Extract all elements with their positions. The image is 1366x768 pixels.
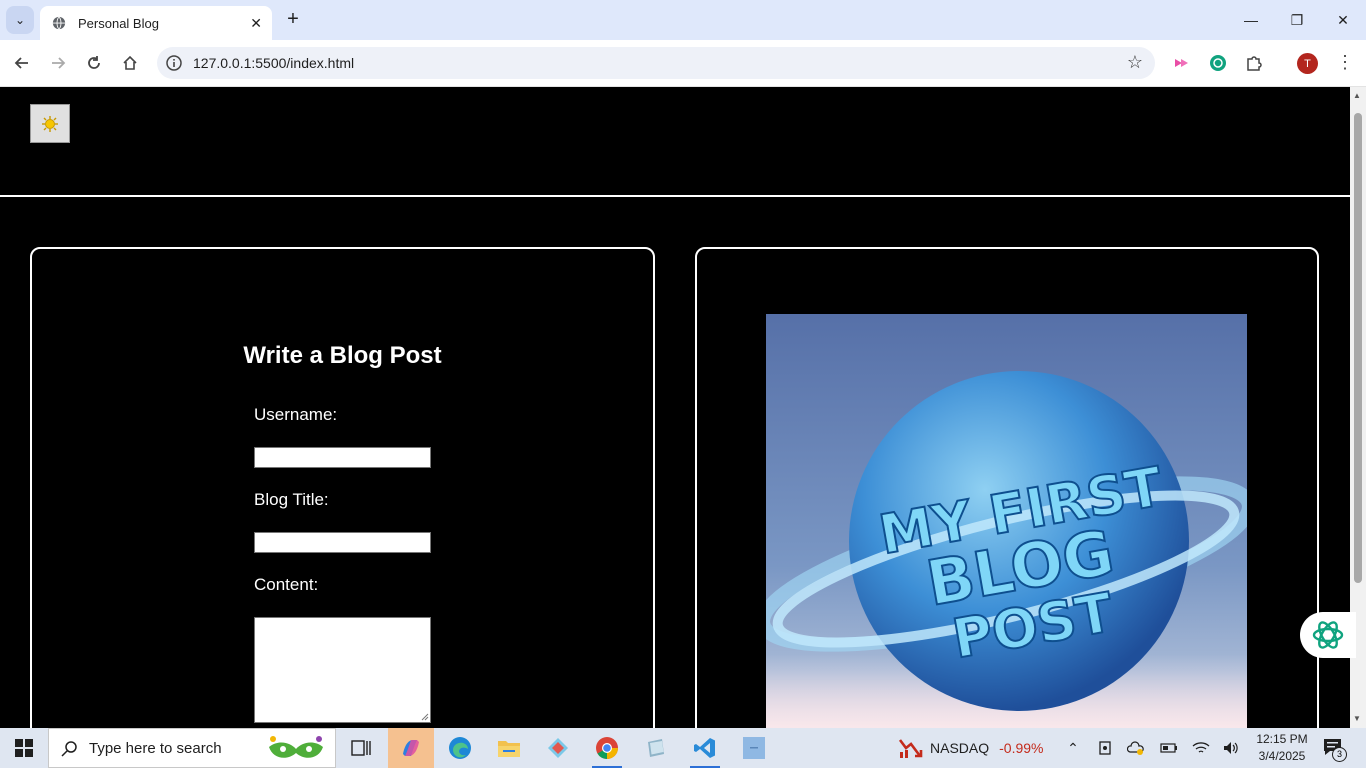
- blog-title-input[interactable]: [254, 532, 431, 553]
- tray-volume[interactable]: [1220, 728, 1242, 768]
- ai-assistant-icon: [1312, 621, 1344, 649]
- page-viewport: Write a Blog Post Username: Blog Title: …: [0, 87, 1350, 728]
- notification-count-badge: 3: [1332, 747, 1347, 762]
- clock-date: 3/4/2025: [1258, 749, 1306, 763]
- battery-icon: [1160, 743, 1177, 753]
- window-taskbar-button[interactable]: [731, 728, 777, 768]
- planet-illustration: MY FIRST BLOG POST: [766, 371, 1247, 728]
- copilot-taskbar-button[interactable]: [388, 728, 434, 768]
- extensions-button[interactable]: [1243, 52, 1265, 74]
- arrow-left-icon: [14, 57, 28, 69]
- show-hidden-icons-button[interactable]: ⌃: [1062, 728, 1084, 768]
- window-close-button[interactable]: ✕: [1320, 0, 1366, 40]
- taskbar-search-placeholder: Type here to search: [89, 740, 222, 757]
- content-textarea[interactable]: [254, 617, 431, 723]
- chrome-icon: [596, 737, 618, 759]
- minimize-button[interactable]: —: [1228, 0, 1274, 40]
- browser-toolbar: 127.0.0.1:5500/index.html ☆ T ⋮: [0, 40, 1366, 87]
- copilot-icon: [403, 740, 419, 756]
- blog-form-card: Write a Blog Post Username: Blog Title: …: [30, 247, 655, 728]
- url-text: 127.0.0.1:5500/index.html: [193, 55, 355, 71]
- stock-change: -0.99%: [999, 740, 1044, 756]
- windows-logo-icon: [15, 739, 33, 757]
- theme-toggle-button[interactable]: [30, 104, 70, 143]
- username-input[interactable]: [254, 447, 431, 468]
- notification-center-button[interactable]: 3: [1322, 736, 1347, 762]
- sun-icon: [42, 115, 58, 132]
- bookmark-star-icon[interactable]: ☆: [1127, 52, 1143, 73]
- username-label: Username:: [254, 405, 338, 424]
- chatgpt-icon: [1210, 55, 1226, 71]
- chevron-up-icon: ⌃: [1067, 739, 1079, 756]
- edge-icon: [449, 737, 471, 759]
- task-view-button[interactable]: [338, 728, 384, 768]
- video-extension-icon: [1175, 59, 1188, 67]
- tray-battery[interactable]: [1158, 728, 1180, 768]
- windows-taskbar: Type here to search NASDAQ -0.99% ⌃ 12:1…: [0, 728, 1366, 768]
- stock-down-icon: [898, 739, 923, 758]
- content-label: Content:: [254, 575, 319, 594]
- tray-meet-now[interactable]: [1094, 728, 1116, 768]
- extension-1[interactable]: [1170, 52, 1192, 74]
- resize-grip-icon[interactable]: [421, 713, 429, 721]
- tab-search-button[interactable]: ⌄: [6, 6, 34, 34]
- app-window-icon: [743, 737, 765, 759]
- start-button[interactable]: [0, 728, 48, 768]
- wifi-icon: [1192, 742, 1210, 753]
- header-divider: [0, 195, 1350, 197]
- vscode-icon: [694, 738, 715, 758]
- file-explorer-taskbar-button[interactable]: [486, 728, 532, 768]
- notes-taskbar-button[interactable]: [633, 728, 679, 768]
- forward-button[interactable]: [46, 51, 70, 75]
- home-button[interactable]: [118, 51, 142, 75]
- tab-title: Personal Blog: [78, 15, 159, 31]
- active-tab[interactable]: Personal Blog ✕: [40, 6, 272, 40]
- scrollbar-thumb[interactable]: [1354, 113, 1362, 583]
- speaker-icon: [1224, 742, 1238, 754]
- reload-button[interactable]: [82, 51, 106, 75]
- site-info-icon[interactable]: [165, 54, 183, 72]
- form-title: Write a Blog Post: [243, 342, 442, 369]
- app-taskbar-button[interactable]: [535, 728, 581, 768]
- tab-close-icon[interactable]: ✕: [250, 15, 262, 32]
- camera-tray-icon: [1099, 741, 1111, 755]
- reload-icon: [88, 56, 100, 69]
- browser-menu-icon[interactable]: ⋮: [1336, 52, 1354, 73]
- system-clock[interactable]: 12:15 PM 3/4/2025: [1252, 731, 1312, 765]
- scroll-up-icon[interactable]: ▲: [1353, 91, 1361, 100]
- blog-title-label: Blog Title:: [254, 490, 329, 509]
- blog-cover-image: MY FIRST BLOG POST: [766, 314, 1247, 728]
- tray-wifi[interactable]: [1190, 728, 1212, 768]
- diamond-app-icon: [548, 738, 568, 758]
- home-icon: [123, 55, 137, 70]
- address-bar[interactable]: 127.0.0.1:5500/index.html ☆: [157, 47, 1155, 79]
- blog-image-card: MY FIRST BLOG POST: [695, 247, 1319, 728]
- folder-icon: [498, 741, 520, 757]
- stock-widget[interactable]: NASDAQ -0.99%: [898, 728, 1043, 768]
- chrome-taskbar-button[interactable]: [584, 728, 630, 768]
- notebook-icon: [648, 739, 664, 757]
- scroll-down-icon[interactable]: ▼: [1353, 714, 1361, 723]
- taskbar-search-box[interactable]: Type here to search: [48, 728, 336, 768]
- extension-chatgpt[interactable]: [1207, 52, 1229, 74]
- stock-name: NASDAQ: [930, 740, 990, 756]
- new-tab-button[interactable]: +: [282, 8, 304, 30]
- vscode-taskbar-button[interactable]: [682, 728, 728, 768]
- globe-icon: [52, 16, 66, 30]
- task-view-icon: [351, 740, 371, 756]
- back-button[interactable]: [10, 51, 34, 75]
- puzzle-icon: [1247, 56, 1262, 71]
- search-icon: [61, 741, 77, 757]
- tray-onedrive[interactable]: [1125, 728, 1147, 768]
- edge-taskbar-button[interactable]: [437, 728, 483, 768]
- profile-avatar[interactable]: T: [1297, 53, 1318, 74]
- tab-strip: ⌄ Personal Blog ✕ + — ❐ ✕: [0, 0, 1366, 40]
- clock-time: 12:15 PM: [1256, 732, 1308, 746]
- mardi-gras-mask-icon: [269, 736, 323, 758]
- chevron-down-icon: ⌄: [14, 13, 26, 27]
- assistant-floating-button[interactable]: [1300, 612, 1356, 658]
- restore-button[interactable]: ❐: [1274, 0, 1320, 40]
- cloud-warning-icon: [1127, 741, 1144, 755]
- arrow-right-icon: [52, 57, 66, 69]
